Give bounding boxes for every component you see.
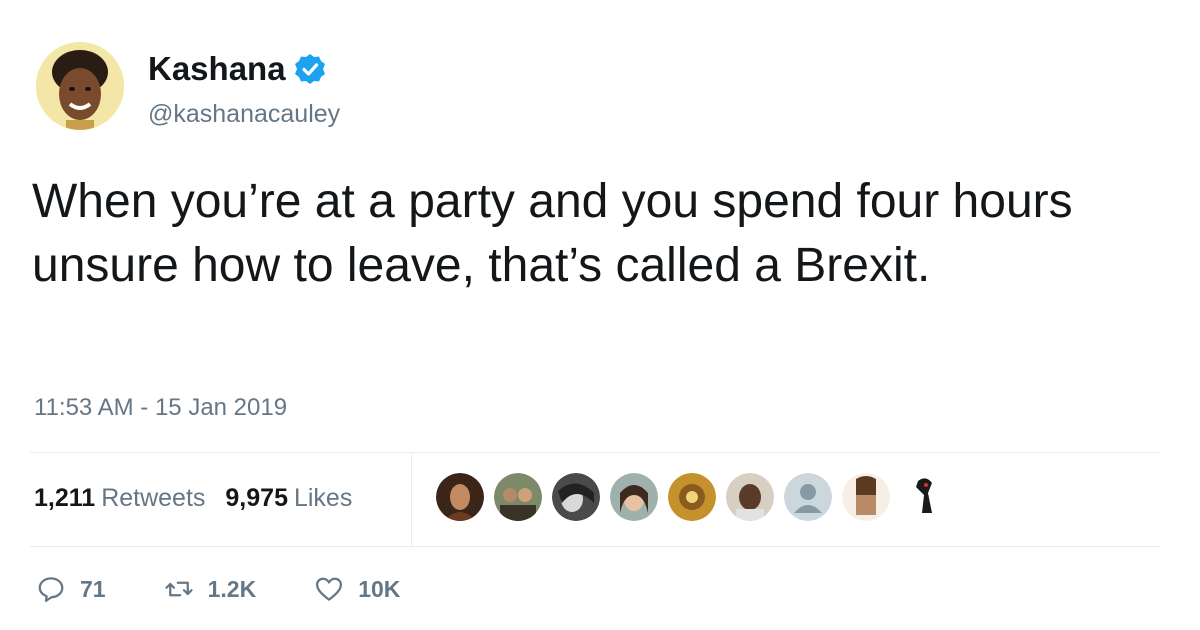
retweets-count: 1,211 <box>34 484 96 512</box>
liker-avatar[interactable] <box>436 473 484 521</box>
tweet-actions: 71 1.2K 10K <box>36 574 458 604</box>
divider-bottom <box>30 546 1160 547</box>
divider-top <box>30 452 1160 453</box>
author-handle[interactable]: @kashanacauley <box>148 100 340 129</box>
author-avatar[interactable] <box>36 42 124 130</box>
liker-avatar[interactable] <box>668 473 716 521</box>
tweet-stats: 1,211 Retweets 9,975 Likes <box>34 484 352 513</box>
likes-stat[interactable]: 9,975 Likes <box>225 484 352 513</box>
retweets-stat[interactable]: 1,211 Retweets <box>34 484 205 513</box>
reply-count: 71 <box>80 575 106 602</box>
author-avatar-image <box>36 42 124 130</box>
tweet-timestamp[interactable]: 11:53 AM - 15 Jan 2019 <box>34 394 287 422</box>
liker-avatar[interactable] <box>610 473 658 521</box>
liker-avatar[interactable] <box>842 473 890 521</box>
reply-action[interactable]: 71 <box>36 574 106 604</box>
verified-badge-icon <box>294 53 326 85</box>
stats-separator <box>411 452 412 546</box>
reply-icon <box>38 577 64 602</box>
author-name[interactable]: Kashana <box>148 50 286 88</box>
retweet-icon <box>164 581 193 597</box>
like-count: 10K <box>358 575 401 602</box>
liker-avatar-drawing[interactable] <box>900 473 948 521</box>
default-avatar-icon[interactable] <box>784 473 832 521</box>
retweet-action[interactable]: 1.2K <box>164 574 257 604</box>
likes-label: Likes <box>293 484 353 512</box>
liker-avatar[interactable] <box>726 473 774 521</box>
tweet-text: When you’re at a party and you spend fou… <box>32 175 1073 292</box>
retweets-label: Retweets <box>101 484 206 512</box>
liker-avatar[interactable] <box>552 473 600 521</box>
retweet-count: 1.2K <box>207 575 257 602</box>
liker-avatar[interactable] <box>494 473 542 521</box>
likes-count: 9,975 <box>225 484 288 512</box>
like-action[interactable]: 10K <box>314 574 400 604</box>
liker-avatars <box>436 473 948 521</box>
author-name-row: Kashana <box>148 50 326 88</box>
heart-icon <box>316 577 343 601</box>
